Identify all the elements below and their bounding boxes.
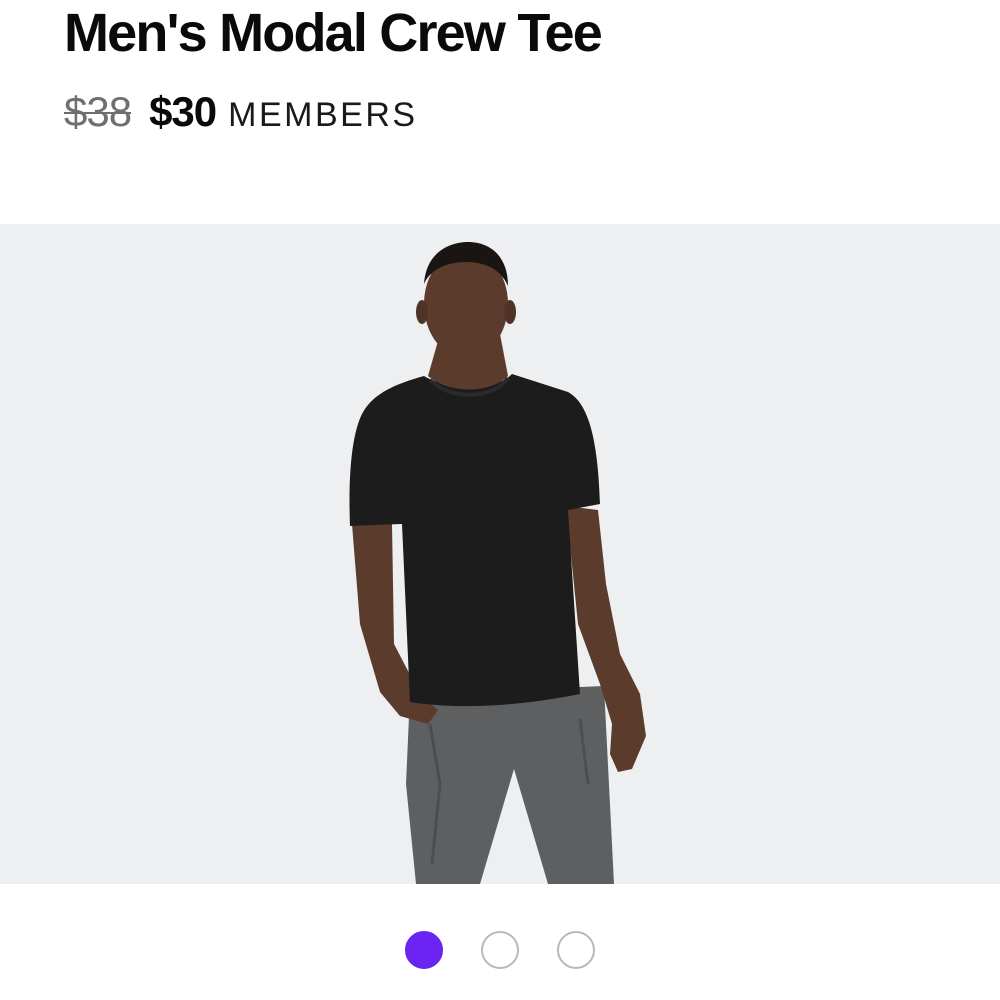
carousel-dot-2[interactable] [481,931,519,969]
product-page: Men's Modal Crew Tee $38 $30 MEMBERS [0,0,1000,1000]
price-row: $38 $30 MEMBERS [64,88,418,136]
carousel-dot-1[interactable] [405,931,443,969]
product-title: Men's Modal Crew Tee [64,3,603,63]
carousel-dot-3[interactable] [557,931,595,969]
carousel-pagination [0,930,1000,970]
original-price: $38 [64,88,132,135]
product-header: Men's Modal Crew Tee $38 $30 MEMBERS [64,0,964,200]
member-price: $30 [149,88,217,135]
product-image-carousel[interactable] [0,224,1000,884]
product-photo[interactable] [0,224,1000,884]
member-price-label: MEMBERS [228,96,418,134]
